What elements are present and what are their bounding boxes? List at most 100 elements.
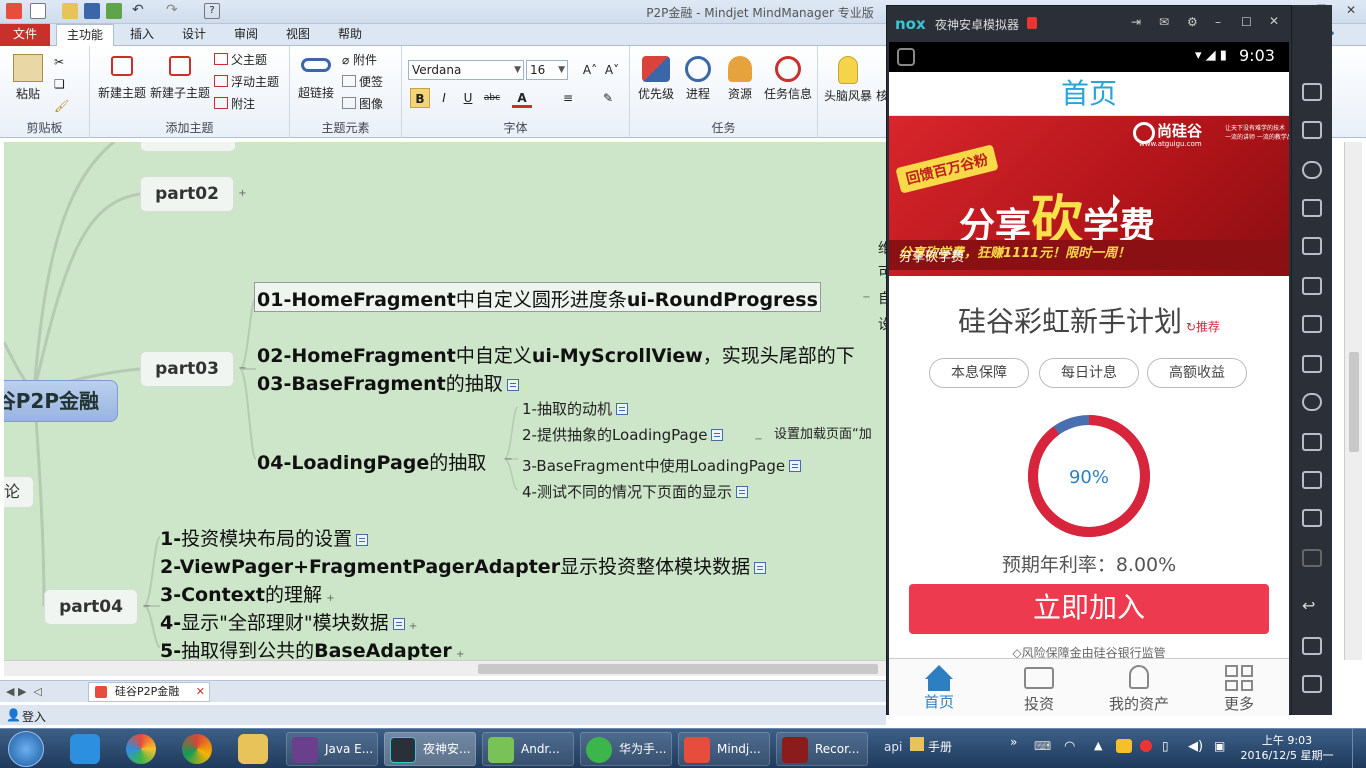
save-all-icon[interactable] — [106, 3, 122, 19]
part02-node[interactable]: part02 — [140, 176, 234, 212]
part01-node-partial[interactable] — [140, 142, 236, 152]
tab-view[interactable]: 视图 — [276, 24, 320, 46]
topic-03-basefragment[interactable]: 03-BaseFragment的抽取 — [257, 369, 519, 396]
expand-icon[interactable]: − — [862, 293, 871, 303]
camera-icon[interactable] — [1302, 471, 1322, 489]
recent-apps-icon[interactable] — [1302, 675, 1322, 693]
more-tools-icon[interactable] — [1302, 549, 1322, 567]
maximize-icon[interactable]: ☐ — [1241, 15, 1252, 29]
volume-down-icon[interactable] — [1302, 315, 1322, 333]
floating-topic-button[interactable]: 浮动主题 — [214, 72, 279, 92]
redo-icon[interactable]: ↷ — [166, 3, 182, 19]
loading-sub-2-child[interactable]: 设置加载页面“加 — [774, 423, 872, 442]
part04-topic-3[interactable]: 3-Context的理解 + — [160, 580, 335, 607]
loading-sub-2[interactable]: 2-提供抽象的LoadingPage — [522, 424, 724, 445]
priority-button[interactable]: 优先级 — [634, 56, 678, 102]
part04-topic-2[interactable]: 2-ViewPager+FragmentPagerAdapter显示投资整体模块… — [160, 552, 767, 579]
map-canvas[interactable]: part02 + part03 − 谷P2P金融 论 part04 − 01-H… — [4, 142, 886, 660]
fullscreen-icon[interactable] — [1302, 237, 1322, 255]
sogou-icon[interactable] — [70, 734, 100, 764]
underline-button[interactable]: U — [458, 88, 478, 108]
scroll-thumb[interactable] — [1349, 352, 1359, 452]
collapse-icon[interactable]: − — [142, 602, 151, 612]
font-color-icon[interactable]: A — [512, 88, 532, 108]
note-icon[interactable] — [789, 460, 802, 472]
italic-button[interactable]: I — [434, 88, 454, 108]
apk-icon[interactable] — [1302, 355, 1322, 373]
nav-invest[interactable]: 投资 — [989, 659, 1089, 716]
left-topic-partial[interactable]: 论 — [4, 476, 34, 508]
tray-app-icon[interactable] — [1116, 739, 1132, 753]
wifi-tray-icon[interactable]: ◠ — [1064, 739, 1075, 754]
expand-icon[interactable]: + — [238, 189, 247, 199]
brainstorm-button[interactable]: 头脑风暴 — [820, 56, 876, 104]
strikethrough-button[interactable]: abc — [482, 88, 502, 108]
notes-button[interactable]: 便签 — [342, 72, 383, 92]
record-tray-icon[interactable] — [1140, 740, 1152, 752]
login-status[interactable]: 登入 — [22, 708, 46, 725]
font-family-select[interactable]: Verdana ▼ — [408, 60, 524, 80]
shrink-font-icon[interactable]: A˅ — [602, 60, 622, 80]
toolbar-folder-label[interactable]: 手册 — [928, 738, 952, 755]
tab-help[interactable]: 帮助 — [328, 24, 372, 46]
collapse-icon[interactable]: − — [238, 364, 247, 374]
taskbar-item-huawei[interactable]: 华为手... — [580, 732, 672, 766]
new-file-icon[interactable] — [30, 3, 46, 19]
note-icon[interactable] — [615, 403, 628, 415]
central-topic[interactable]: 谷P2P金融 — [4, 380, 118, 422]
show-desktop-button[interactable] — [1352, 729, 1366, 768]
promo-banner[interactable]: 尚硅谷 www.atguigu.com 让天下没有难学的技术 一流的讲师 一流的教… — [889, 116, 1289, 276]
part03-node[interactable]: part03 — [140, 351, 234, 387]
usb-tray-icon[interactable]: ▯ — [1162, 739, 1169, 753]
alert-icon[interactable] — [1027, 17, 1037, 29]
expand-icon[interactable]: + — [456, 650, 465, 660]
callout-button[interactable]: 附注 — [214, 94, 255, 114]
resource-button[interactable]: 资源 — [720, 56, 760, 102]
expand-icon[interactable]: + — [326, 594, 335, 604]
taskbar-item-recorder[interactable]: Recor... — [776, 732, 868, 766]
join-now-button[interactable]: 立即加入 — [909, 584, 1269, 634]
tab-home[interactable]: 主功能 — [56, 24, 114, 47]
close-icon[interactable]: ✕ — [1340, 3, 1362, 21]
attachment-button[interactable]: ⌀ 附件 — [342, 50, 377, 70]
toolbar-api-label[interactable]: api — [884, 740, 902, 754]
note-icon[interactable] — [711, 429, 724, 441]
parent-topic-button[interactable]: 父主题 — [214, 50, 267, 70]
tab-insert[interactable]: 插入 — [120, 24, 164, 46]
note-icon[interactable] — [392, 618, 405, 630]
loading-sub-1[interactable]: 1-抽取的动机 — [522, 398, 628, 419]
minimize-icon[interactable]: – — [1215, 15, 1221, 29]
home-button-icon[interactable] — [1302, 637, 1322, 655]
close-icon[interactable]: ✕ — [1269, 14, 1279, 28]
part04-topic-5[interactable]: 5-抽取得到公共的BaseAdapter + — [160, 636, 465, 660]
loading-sub-3[interactable]: 3-BaseFragment中使用LoadingPage — [522, 455, 802, 476]
screen-icon[interactable] — [1302, 199, 1322, 217]
collapse-icon[interactable]: − — [754, 435, 763, 445]
hyperlink-button[interactable]: 超链接 — [294, 58, 338, 101]
scissors-icon[interactable] — [1302, 161, 1322, 179]
note-icon[interactable] — [506, 379, 519, 391]
nav-more[interactable]: 更多 — [1189, 659, 1289, 716]
progress-button[interactable]: 进程 — [678, 56, 718, 102]
nav-home[interactable]: 首页 — [889, 659, 989, 716]
undo-icon[interactable]: ↶ — [132, 3, 148, 19]
taskbar-item-android-studio[interactable]: Andr... — [482, 732, 574, 766]
part04-topic-4[interactable]: 4-显示"全部理财"模块数据 + — [160, 608, 418, 635]
part04-topic-1[interactable]: 1-投资模块布局的设置 — [160, 524, 369, 551]
multi-window-icon[interactable] — [1302, 433, 1322, 451]
copy-icon[interactable]: ❏ — [54, 74, 65, 94]
save-icon[interactable] — [84, 3, 100, 19]
chrome-icon[interactable] — [182, 734, 212, 764]
bold-button[interactable]: B — [410, 88, 430, 108]
pin-icon[interactable]: ⇥ — [1131, 15, 1141, 29]
open-folder-icon[interactable] — [62, 3, 78, 19]
format-painter-icon[interactable]: 🖌 — [54, 96, 69, 116]
show-hidden-icons[interactable]: ▲ — [1094, 739, 1102, 752]
volume-up-icon[interactable] — [1302, 277, 1322, 295]
note-icon[interactable] — [356, 534, 369, 546]
taskbar-item-nox[interactable]: 夜神安... — [384, 732, 476, 766]
horizontal-scrollbar[interactable] — [4, 660, 886, 676]
mail-icon[interactable]: ✉ — [1159, 15, 1169, 29]
tab-design[interactable]: 设计 — [172, 24, 216, 46]
toolbar-expand-icon[interactable]: » — [1010, 735, 1017, 749]
